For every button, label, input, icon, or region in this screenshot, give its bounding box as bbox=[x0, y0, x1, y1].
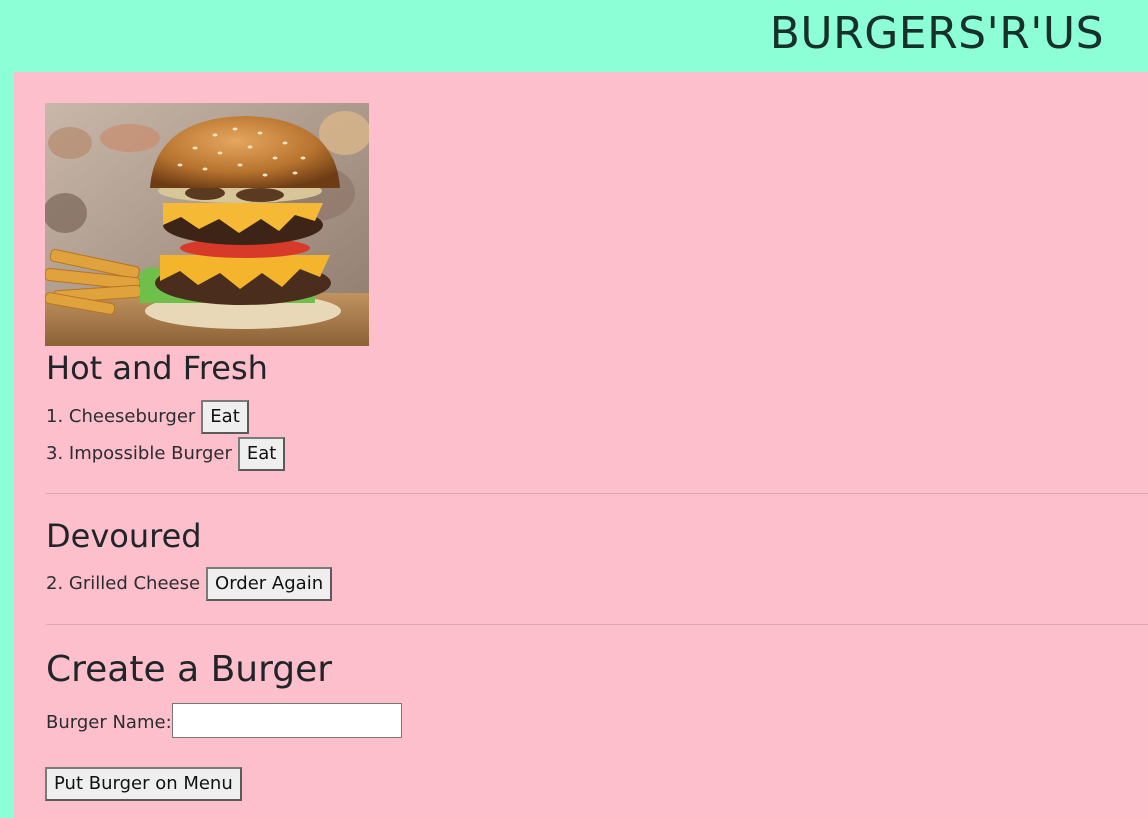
hot-item: 3. Impossible Burger Eat bbox=[46, 437, 286, 471]
main-content: Hot and Fresh 1. Cheeseburger Eat 3. Imp… bbox=[14, 72, 1148, 818]
put-burger-on-menu-button[interactable]: Put Burger on Menu bbox=[45, 767, 242, 801]
burger-image bbox=[45, 103, 369, 346]
site-header: BURGERS'R'US bbox=[0, 0, 1148, 72]
devoured-section-title: Devoured bbox=[46, 517, 202, 555]
hot-section-title: Hot and Fresh bbox=[46, 349, 268, 387]
eat-button[interactable]: Eat bbox=[237, 437, 286, 471]
hot-item-label: 3. Impossible Burger bbox=[46, 443, 232, 464]
section-divider bbox=[46, 493, 1148, 494]
burger-name-label: Burger Name: bbox=[46, 712, 172, 733]
devoured-item: 2. Grilled Cheese Order Again bbox=[46, 567, 333, 601]
create-section-title: Create a Burger bbox=[46, 649, 333, 690]
devoured-item-label: 2. Grilled Cheese bbox=[46, 573, 201, 594]
section-divider bbox=[46, 624, 1148, 625]
burger-name-input[interactable] bbox=[172, 703, 402, 738]
hot-item: 1. Cheeseburger Eat bbox=[46, 400, 249, 434]
brand-title: BURGERS'R'US bbox=[769, 8, 1104, 59]
hot-item-label: 1. Cheeseburger bbox=[46, 406, 196, 427]
eat-button[interactable]: Eat bbox=[201, 400, 249, 434]
order-again-button[interactable]: Order Again bbox=[206, 567, 333, 601]
